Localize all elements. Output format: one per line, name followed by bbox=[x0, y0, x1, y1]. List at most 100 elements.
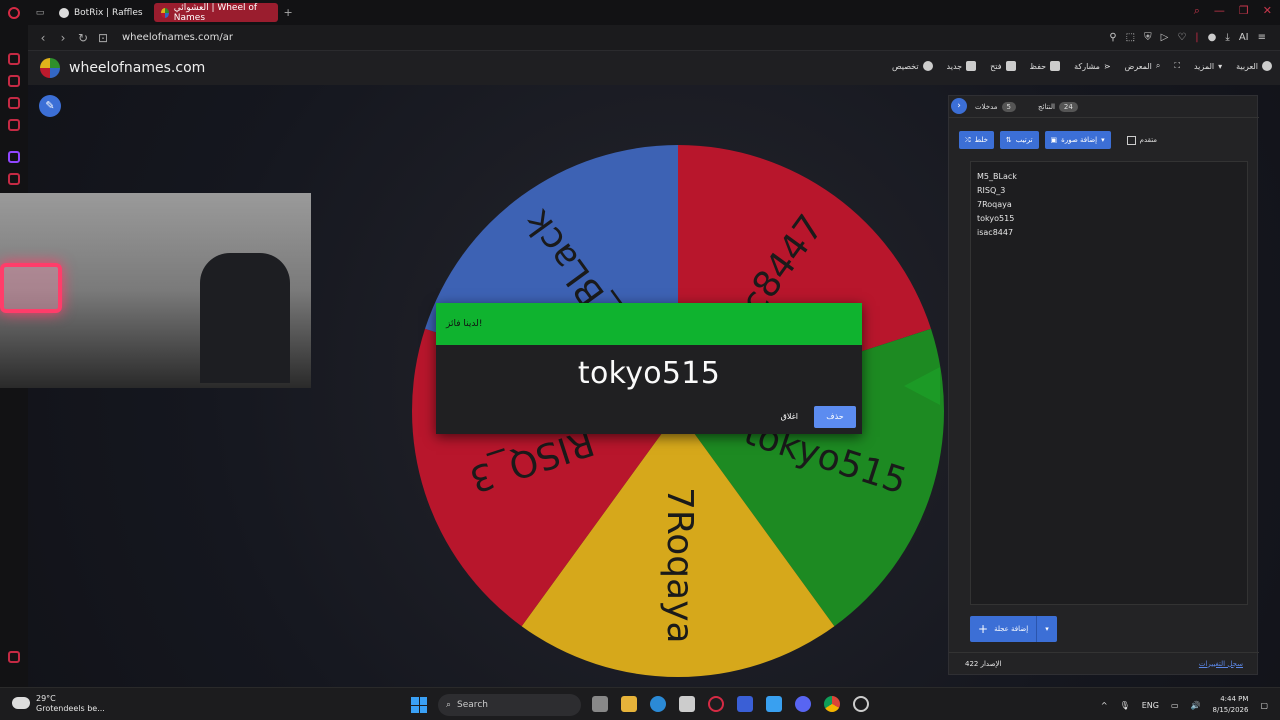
advanced-toggle[interactable]: متقدم bbox=[1126, 135, 1158, 145]
menu-open-label: فتح bbox=[990, 61, 1002, 71]
ai-button[interactable]: AI bbox=[1239, 32, 1249, 43]
pencil-icon[interactable]: ✎ bbox=[39, 95, 61, 117]
sidebar-aria-icon[interactable] bbox=[8, 53, 20, 65]
tab-entries[interactable]: مدخلات 5 bbox=[975, 101, 1016, 112]
chrome-icon[interactable] bbox=[824, 696, 840, 712]
folder-icon bbox=[1005, 61, 1016, 71]
tab-menu-icon[interactable]: ▭ bbox=[28, 8, 52, 18]
shuffle-label: خلط bbox=[974, 136, 988, 144]
profile-icon[interactable]: ● bbox=[1208, 32, 1217, 43]
botrix-favicon-icon bbox=[59, 7, 69, 18]
play-icon[interactable]: ▷ bbox=[1161, 32, 1169, 43]
cloud-icon bbox=[12, 697, 30, 709]
file-explorer-icon[interactable] bbox=[621, 696, 637, 712]
advanced-checkbox[interactable] bbox=[1126, 135, 1136, 145]
menu-share[interactable]: ⋖ مشاركة bbox=[1074, 61, 1111, 71]
search-tabs-icon[interactable]: ⌕ bbox=[1194, 4, 1200, 18]
wheel-app: wheelofnames.com العربية ▾ المزيد ⛶ ⌕ المع… bbox=[0, 51, 1280, 687]
weather-widget[interactable]: 29°C Grotendeels be... bbox=[12, 694, 105, 714]
version-label: الإصدار 422 bbox=[965, 659, 1002, 668]
shuffle-button[interactable]: ⤮ خلط bbox=[959, 131, 994, 149]
close-icon[interactable]: ✕ bbox=[1263, 4, 1272, 18]
snapshot-icon[interactable]: ⬚ bbox=[1126, 32, 1135, 43]
menu-new[interactable]: جديد bbox=[947, 61, 977, 71]
menu-save-label: حفظ bbox=[1029, 61, 1047, 71]
shield-icon[interactable]: ⛨ bbox=[1144, 32, 1152, 43]
windows-start-icon[interactable] bbox=[411, 697, 427, 713]
task-view-icon[interactable] bbox=[592, 696, 608, 712]
app-grid-icon[interactable] bbox=[766, 696, 782, 712]
collapse-panel-icon[interactable]: › bbox=[951, 98, 967, 114]
sidebar-instagram-icon[interactable] bbox=[8, 97, 20, 109]
tab-wheel-of-names[interactable]: العشوائي | Wheel of Names bbox=[153, 2, 278, 23]
menu-open[interactable]: فتح bbox=[990, 61, 1016, 71]
sort-button[interactable]: ⇅ ترتيب bbox=[999, 131, 1039, 149]
volume-icon[interactable]: 🔊 bbox=[1191, 701, 1201, 710]
pin-icon[interactable]: ⚲ bbox=[1109, 32, 1116, 43]
tab-results[interactable]: النتائج 24 bbox=[1038, 101, 1078, 112]
download-icon[interactable]: ⤓ bbox=[1225, 32, 1229, 43]
webcam-overlay bbox=[0, 193, 311, 388]
sidebar-twitch-icon[interactable] bbox=[8, 151, 20, 163]
close-dialog-button[interactable]: اغلاق bbox=[781, 412, 798, 421]
store-icon[interactable] bbox=[679, 696, 695, 712]
menu-customize[interactable]: تخصيص bbox=[892, 61, 933, 71]
tab-botrix[interactable]: BotRix | Raffles bbox=[52, 3, 150, 22]
clock[interactable]: 4:44 PM 8/15/2026 bbox=[1213, 694, 1249, 716]
entries-textarea[interactable]: M5_BLack RISQ_3 7Roqaya tokyo515 isac844… bbox=[970, 161, 1248, 605]
remove-winner-button[interactable]: حذف bbox=[814, 406, 856, 428]
site-logo-icon[interactable] bbox=[40, 58, 60, 78]
opera-logo[interactable] bbox=[0, 0, 28, 25]
taskbar-search[interactable]: ⌕ Search bbox=[438, 694, 581, 716]
add-image-button[interactable]: ▣ إضافة صورة ▾ bbox=[1044, 131, 1111, 149]
entry-line: 7Roqaya bbox=[977, 200, 1012, 209]
entry-line: isac8447 bbox=[977, 228, 1014, 237]
menu-fullscreen[interactable]: ⛶ bbox=[1174, 61, 1180, 71]
menu-save[interactable]: حفظ bbox=[1030, 61, 1061, 71]
obs-icon[interactable] bbox=[853, 696, 869, 712]
menu-gallery[interactable]: ⌕ المعرض bbox=[1125, 61, 1161, 71]
menu-more[interactable]: ▾ المزيد bbox=[1194, 61, 1222, 71]
menu-icon[interactable]: ≡ bbox=[1258, 32, 1266, 43]
globe-icon bbox=[1262, 61, 1272, 71]
edge-icon[interactable] bbox=[650, 696, 666, 712]
new-tab-button[interactable]: + bbox=[284, 6, 293, 19]
network-icon[interactable]: ▭ bbox=[1171, 701, 1179, 710]
tab-botrix-label: BotRix | Raffles bbox=[74, 7, 143, 18]
system-tray: ^ 🎙 ENG ▭ 🔊 4:44 PM 8/15/2026 ▢ bbox=[1101, 694, 1268, 716]
url-field[interactable]: wheelofnames.com/ar bbox=[122, 32, 233, 43]
sidebar-messenger-icon[interactable] bbox=[8, 119, 20, 131]
wheel-favicon-icon bbox=[160, 7, 169, 18]
forward-icon[interactable]: › bbox=[58, 31, 68, 45]
sidebar-percent-icon[interactable] bbox=[8, 173, 20, 185]
magnifier-icon: ⌕ bbox=[1155, 61, 1161, 70]
add-wheel-button[interactable]: + إضافة عجلة ▾ bbox=[970, 616, 1057, 642]
tab-entries-count: 5 bbox=[1001, 101, 1016, 112]
sidebar-gx-icon[interactable] bbox=[8, 651, 20, 663]
menu-gallery-label: المعرض bbox=[1124, 61, 1152, 71]
heart-icon[interactable]: ♡ bbox=[1177, 32, 1186, 43]
reload-icon[interactable]: ↻ bbox=[78, 31, 88, 45]
microphone-icon[interactable]: 🎙 bbox=[1120, 701, 1130, 710]
address-bar: ‹ › ↻ ⊡ wheelofnames.com/ar ⚲ ⬚ ⛨ ▷ ♡ | … bbox=[28, 25, 1280, 51]
back-icon[interactable]: ‹ bbox=[38, 31, 48, 45]
advanced-label: متقدم bbox=[1139, 136, 1158, 144]
discord-icon[interactable] bbox=[795, 696, 811, 712]
language-indicator[interactable]: ENG bbox=[1142, 701, 1159, 710]
sidebar-shop-icon[interactable] bbox=[8, 75, 20, 87]
media-player-icon[interactable] bbox=[737, 696, 753, 712]
minimize-icon[interactable]: — bbox=[1214, 4, 1225, 18]
notifications-icon[interactable]: ▢ bbox=[1260, 701, 1268, 710]
menu-share-label: مشاركة bbox=[1074, 61, 1100, 71]
caret-down-icon[interactable]: ▾ bbox=[1036, 616, 1057, 642]
weather-desc: Grotendeels be... bbox=[36, 704, 105, 713]
winner-name: tokyo515 bbox=[577, 356, 721, 391]
tray-expand-icon[interactable]: ^ bbox=[1101, 701, 1108, 710]
opera-gx-icon[interactable] bbox=[708, 696, 724, 712]
taskbar-apps bbox=[592, 696, 869, 712]
maximize-icon[interactable]: ❐ bbox=[1239, 4, 1249, 18]
changelog-link[interactable]: سجل التغييرات bbox=[1199, 660, 1243, 668]
menu-language[interactable]: العربية bbox=[1236, 61, 1272, 71]
site-title[interactable]: wheelofnames.com bbox=[69, 60, 205, 76]
tab-wheel-label: العشوائي | Wheel of Names bbox=[173, 2, 258, 23]
